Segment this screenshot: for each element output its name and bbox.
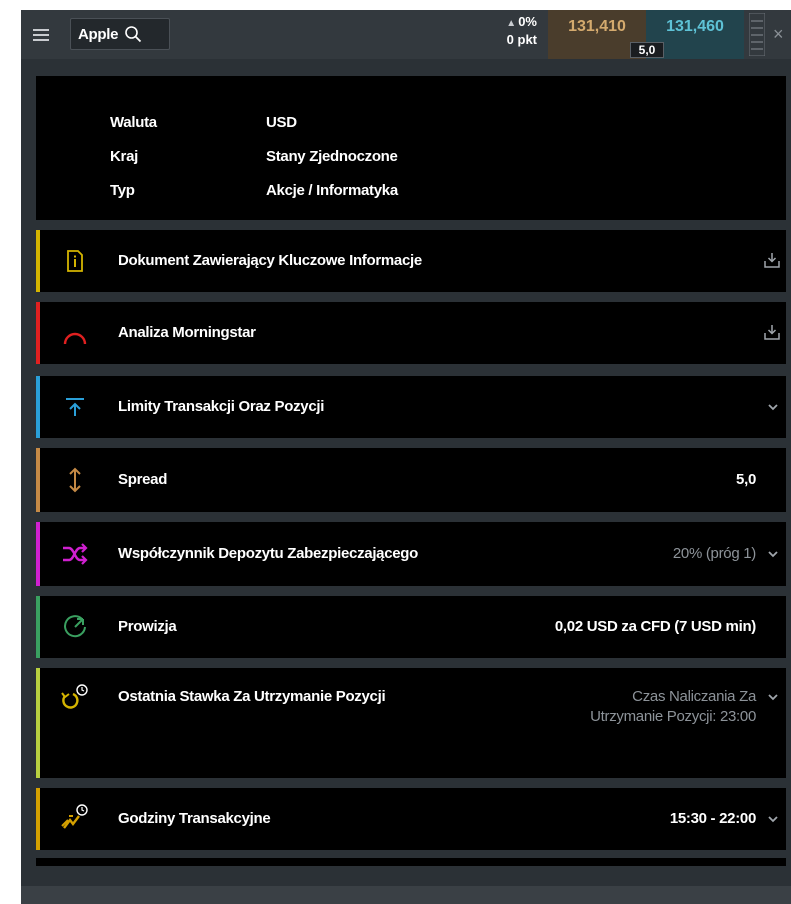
change-points: 0 pkt [506, 32, 537, 47]
accent-bar [36, 788, 40, 850]
info-value: Stany Zjednoczone [266, 148, 398, 165]
row-morningstar[interactable]: Analiza Morningstar [36, 302, 786, 364]
row-margin-rate[interactable]: Współczynnik Depozytu Zabezpieczającego … [36, 522, 786, 586]
top-bar: Apple ▲ 0% 0 pkt 131,410 131,460 5,0 × [21, 10, 791, 59]
instrument-search[interactable]: Apple [70, 18, 170, 50]
row-commission: Prowizja 0,02 USD za CFD (7 USD min) [36, 596, 786, 658]
row-label: Ostatnia Stawka Za Utrzymanie Pozycji [118, 688, 386, 705]
info-row-country: Kraj Stany Zjednoczone [110, 148, 398, 165]
chevron-down-icon[interactable] [766, 690, 780, 704]
download-icon[interactable] [764, 252, 780, 268]
price-change: ▲ 0% 0 pkt [481, 14, 541, 58]
bottom-bar [21, 886, 791, 904]
instrument-info-card: Waluta USD Kraj Stany Zjednoczone Typ Akcje… [36, 76, 786, 220]
ask-price: 131,460 [666, 18, 724, 35]
row-label: Dokument Zawierający Kluczowe Informacje [118, 252, 422, 269]
chevron-down-icon[interactable] [766, 812, 780, 826]
close-icon[interactable]: × [773, 24, 791, 44]
document-info-icon [60, 246, 90, 276]
row-value: 0,02 USD za CFD (7 USD min) [554, 618, 756, 635]
up-triangle-icon: ▲ [506, 18, 517, 29]
info-value: USD [266, 114, 297, 131]
row-label: Analiza Morningstar [118, 324, 256, 341]
spread-badge: 5,0 [630, 42, 664, 58]
row-label: Spread [118, 471, 168, 488]
instrument-panel: Apple ▲ 0% 0 pkt 131,410 131,460 5,0 × Wa… [21, 10, 791, 904]
info-key: Kraj [110, 148, 138, 165]
row-value: 5,0 [736, 471, 756, 488]
row-label: Godziny Transakcyjne [118, 810, 271, 827]
row-label: Prowizja [118, 618, 177, 635]
row-spread: Spread 5,0 [36, 448, 786, 512]
overnight-clock-icon [60, 682, 90, 712]
morningstar-icon [60, 320, 90, 350]
trading-hours-icon [60, 802, 90, 832]
info-key: Waluta [110, 114, 157, 131]
shuffle-icon [60, 539, 90, 569]
download-icon[interactable] [764, 324, 780, 340]
next-row-edge [36, 858, 786, 866]
accent-bar [36, 230, 40, 292]
limit-up-icon [60, 392, 90, 422]
accent-bar [36, 376, 40, 438]
row-trade-limits[interactable]: Limity Transakcji Oraz Pozycji [36, 376, 786, 438]
search-icon [125, 26, 142, 43]
accent-bar [36, 522, 40, 586]
accent-bar [36, 448, 40, 512]
search-text: Apple [78, 25, 119, 43]
row-overnight-rate[interactable]: Ostatnia Stawka Za Utrzymanie Pozycji Cz… [36, 668, 786, 778]
row-trading-hours[interactable]: Godziny Transakcyjne 15:30 - 22:00 [36, 788, 786, 850]
chevron-down-icon[interactable] [766, 547, 780, 561]
change-percent: 0% [518, 14, 537, 29]
row-value: Czas Naliczania Za Utrzymanie Pozycji: 2… [590, 688, 756, 725]
info-row-currency: Waluta USD [110, 114, 297, 131]
hamburger-icon[interactable] [21, 10, 61, 59]
row-key-information-document[interactable]: Dokument Zawierający Kluczowe Informacje [36, 230, 786, 292]
info-row-type: Typ Akcje / Informatyka [110, 182, 398, 199]
accent-bar [36, 596, 40, 658]
depth-bars-icon[interactable] [748, 12, 766, 57]
bid-price: 131,410 [568, 18, 626, 35]
row-label: Współczynnik Depozytu Zabezpieczającego [118, 545, 419, 562]
row-value: 20% (próg 1) [672, 545, 756, 562]
info-key: Typ [110, 182, 135, 199]
commission-icon [60, 612, 90, 642]
row-value: 15:30 - 22:00 [669, 810, 756, 827]
spread-arrows-icon [60, 465, 90, 495]
info-value: Akcje / Informatyka [266, 182, 398, 199]
row-label: Limity Transakcji Oraz Pozycji [118, 398, 325, 415]
chevron-down-icon[interactable] [766, 400, 780, 414]
accent-bar [36, 668, 40, 778]
accent-bar [36, 302, 40, 364]
